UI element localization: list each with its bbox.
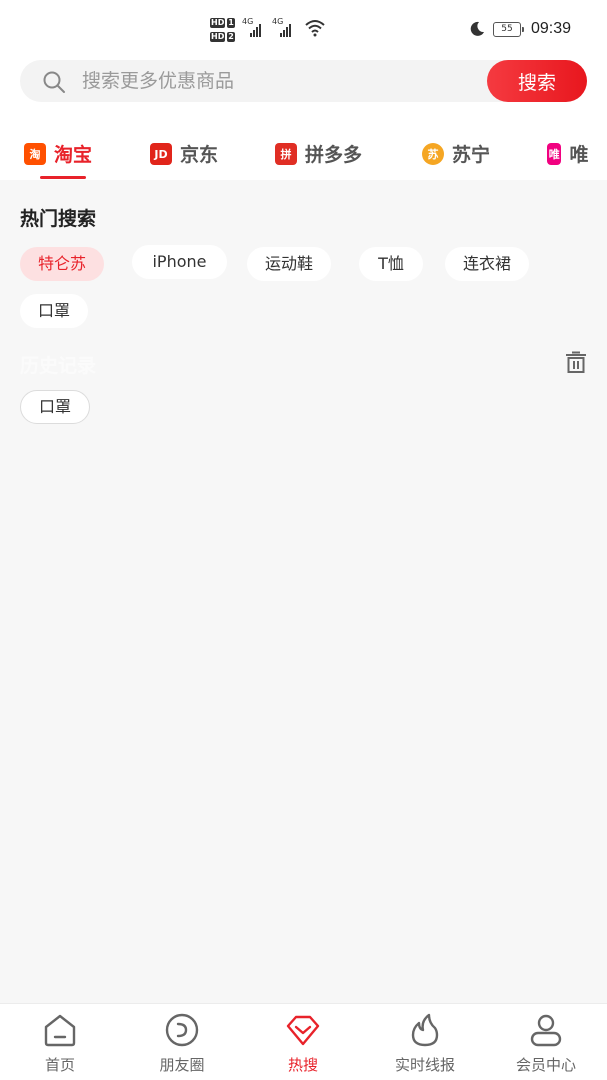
hot-search-chip[interactable]: 特仑苏 [20, 247, 105, 281]
nav-home[interactable]: 首页 [5, 1004, 115, 1080]
user-icon [530, 1014, 562, 1047]
hot-search-chip[interactable]: 连衣裙 [445, 247, 530, 281]
signal-bars-2-icon [280, 23, 291, 37]
tab-taobao[interactable]: 淘 淘宝 [24, 136, 92, 180]
hot-search-chip[interactable]: T恤 [359, 247, 423, 281]
wifi-icon [305, 20, 325, 37]
sim1-hd-badge: HD [210, 18, 226, 28]
hot-search-chip[interactable]: 口罩 [20, 294, 89, 328]
status-bar: HD 1 HD 2 4G 4G 55 09:39 [0, 0, 607, 60]
delete-history-trash-icon[interactable] [564, 350, 588, 374]
signal-indicators: HD 1 HD 2 4G 4G [210, 16, 330, 46]
sim2-hd-badge: HD [210, 32, 226, 42]
jd-logo-icon: JD [150, 143, 172, 165]
sim1-number: 1 [227, 18, 235, 28]
tab-label: 淘宝 [54, 144, 93, 166]
hot-search-chip[interactable]: 运动鞋 [247, 247, 332, 281]
tab-pinduoduo[interactable]: 拼 拼多多 [275, 136, 362, 180]
flame-icon [411, 1013, 439, 1047]
nav-label: 朋友圈 [159, 1056, 205, 1074]
hot-search-title: 热门搜索 [20, 208, 97, 230]
home-icon [44, 1014, 76, 1047]
taobao-logo-icon: 淘 [24, 143, 46, 165]
history-title: 历史记录 [20, 355, 97, 377]
active-tab-indicator [40, 176, 86, 179]
bottom-navigation: 首页 朋友圈 热搜 实时线报 会员中心 [0, 1003, 607, 1080]
search-icon [43, 71, 65, 93]
nav-label: 会员中心 [515, 1056, 576, 1074]
search-button[interactable]: 搜索 [487, 60, 587, 102]
do-not-disturb-moon-icon [470, 21, 484, 36]
history-chip[interactable]: 口罩 [20, 390, 91, 424]
pinduoduo-logo-icon: 拼 [275, 143, 297, 165]
hot-search-icon [286, 1015, 320, 1046]
sim2-number: 2 [227, 32, 235, 42]
tab-vipshop[interactable]: 唯 唯品会 [547, 136, 607, 180]
nav-label: 首页 [44, 1056, 75, 1074]
tab-jd[interactable]: JD 京东 [150, 136, 218, 180]
nav-label: 实时线报 [394, 1056, 455, 1074]
tab-label: 拼多多 [305, 144, 363, 166]
platform-tabs: 淘 淘宝 JD 京东 拼 拼多多 苏 苏宁 唯 唯品会 [0, 136, 607, 180]
nav-realtime-deals[interactable]: 实时线报 [370, 1004, 480, 1080]
search-input[interactable] [82, 65, 482, 97]
signal-bars-1-icon [250, 23, 261, 37]
hot-search-chip[interactable]: iPhone [132, 245, 227, 279]
nav-member-center[interactable]: 会员中心 [491, 1004, 601, 1080]
tab-label: 唯品会 [569, 144, 589, 166]
tab-suning[interactable]: 苏 苏宁 [422, 136, 490, 180]
search-bar: 搜索 [20, 60, 587, 102]
nav-label: 热搜 [287, 1056, 318, 1074]
battery-indicator: 55 [492, 21, 524, 37]
vipshop-logo-icon: 唯 [547, 143, 562, 165]
suning-logo-icon: 苏 [422, 143, 444, 165]
nav-hot-search[interactable]: 热搜 [248, 1004, 358, 1080]
moments-icon [165, 1013, 199, 1047]
nav-moments[interactable]: 朋友圈 [127, 1004, 237, 1080]
tab-label: 京东 [180, 144, 219, 166]
clock: 09:39 [530, 20, 571, 37]
tab-label: 苏宁 [452, 144, 491, 166]
